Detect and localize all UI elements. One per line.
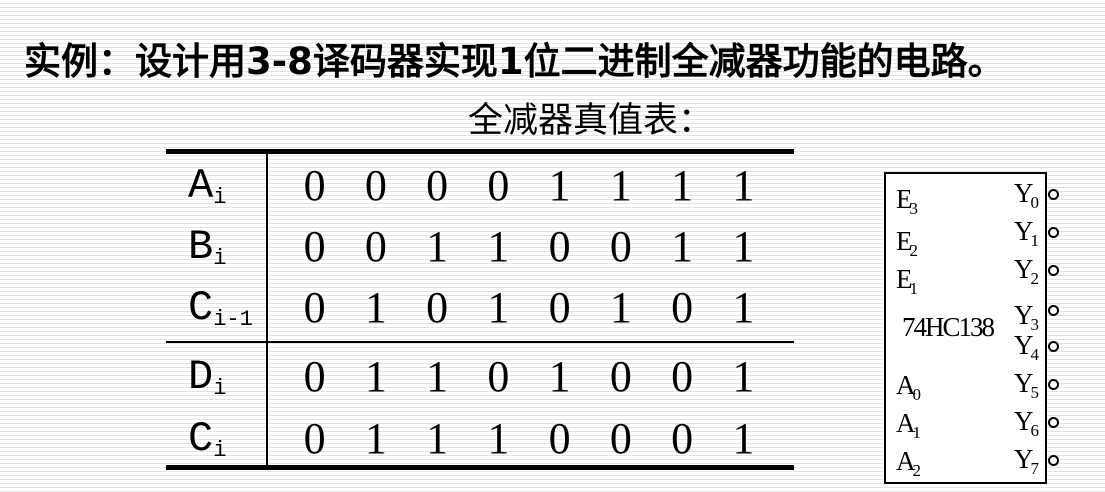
inversion-bubble-y2 (1048, 265, 1059, 276)
table-cell: 1 (487, 283, 510, 332)
pin-y1: Y1 (1014, 216, 1039, 250)
table-cell: 0 (303, 161, 326, 210)
table-caption: 全减器真值表： (468, 101, 714, 141)
inversion-bubble-y1 (1048, 227, 1059, 238)
table-output-divider (166, 341, 794, 343)
table-cell: 1 (426, 352, 449, 401)
pin-y7: Y7 (1014, 444, 1039, 478)
table-cell: 1 (732, 352, 755, 401)
table-cell: 1 (364, 414, 387, 463)
table-cell: 0 (671, 414, 694, 463)
page-title: 实例：设计用3-8译码器实现1位二进制全减器功能的电路。 (24, 40, 1005, 83)
table-cell: 1 (609, 161, 632, 210)
pin-e1: E1 (896, 264, 918, 298)
table-cell: 0 (303, 283, 326, 332)
inversion-bubble-y7 (1048, 455, 1059, 466)
chip-name: 74HC138 (902, 312, 995, 342)
pin-e3: E3 (896, 184, 918, 218)
table-cell: 0 (303, 352, 326, 401)
table-cell: 0 (426, 283, 449, 332)
pin-y0: Y0 (1014, 178, 1039, 212)
table-cell: 1 (364, 283, 387, 332)
table-cell: 0 (548, 283, 571, 332)
table-cell: 0 (609, 352, 632, 401)
pin-a1: A1 (896, 408, 921, 442)
table-cell: 1 (732, 283, 755, 332)
table-cell: 1 (548, 161, 571, 210)
pin-a0: A0 (896, 370, 921, 404)
table-cell: 0 (671, 283, 694, 332)
table-cell: 0 (364, 222, 387, 271)
table-cell: 0 (487, 352, 510, 401)
table-row-di: Di 0 1 1 0 1 0 0 1 (166, 346, 794, 408)
table-row-ci: Ci 0 1 1 1 0 0 0 1 (166, 408, 794, 470)
table-cell: 1 (426, 414, 449, 463)
row-label: Ci-1 (188, 284, 253, 332)
table-cell: 0 (548, 222, 571, 271)
table-cell: 1 (671, 222, 694, 271)
decoder-74hc138: E3 E2 E1 74HC138 A0 A1 A2 Y0 Y1 Y2 Y3 Y4… (884, 172, 1047, 484)
table-cell: 1 (548, 352, 571, 401)
table-cell: 1 (609, 283, 632, 332)
inversion-bubble-y6 (1048, 417, 1059, 428)
table-cell: 0 (303, 414, 326, 463)
pin-a2: A2 (896, 446, 921, 480)
table-cell: 1 (487, 222, 510, 271)
table-cell: 0 (303, 222, 326, 271)
table-cell: 1 (364, 352, 387, 401)
table-cell: 0 (609, 222, 632, 271)
pin-e2: E2 (896, 226, 918, 260)
table-row-ai: Ai 0 0 0 0 1 1 1 1 (166, 155, 794, 217)
table-cell: 1 (732, 222, 755, 271)
table-cell: 1 (487, 414, 510, 463)
table-cell: 1 (732, 414, 755, 463)
row-label: Ci (188, 415, 227, 463)
pin-y6: Y6 (1014, 406, 1039, 440)
table-cell: 1 (426, 222, 449, 271)
inversion-bubble-y3 (1048, 305, 1059, 316)
table-cell: 0 (671, 352, 694, 401)
table-cell: 0 (609, 414, 632, 463)
pin-y5: Y5 (1014, 368, 1039, 402)
table-cell: 0 (548, 414, 571, 463)
table-cell: 0 (364, 161, 387, 210)
pin-y4: Y4 (1014, 330, 1039, 364)
table-row-ci-1: Ci-1 0 1 0 1 0 1 0 1 (166, 277, 794, 339)
table-cell: 1 (732, 161, 755, 210)
table-cell: 1 (671, 161, 694, 210)
inversion-bubble-y4 (1048, 341, 1059, 352)
inversion-bubble-y0 (1048, 189, 1059, 200)
table-row-bi: Bi 0 0 1 1 0 0 1 1 (166, 216, 794, 278)
table-cell: 0 (426, 161, 449, 210)
table-cell: 0 (487, 161, 510, 210)
inversion-bubble-y5 (1048, 379, 1059, 390)
truth-table: Ai 0 0 0 0 1 1 1 1 Bi 0 0 1 1 0 0 1 1 Ci… (166, 149, 794, 470)
pin-y2: Y2 (1014, 254, 1039, 288)
